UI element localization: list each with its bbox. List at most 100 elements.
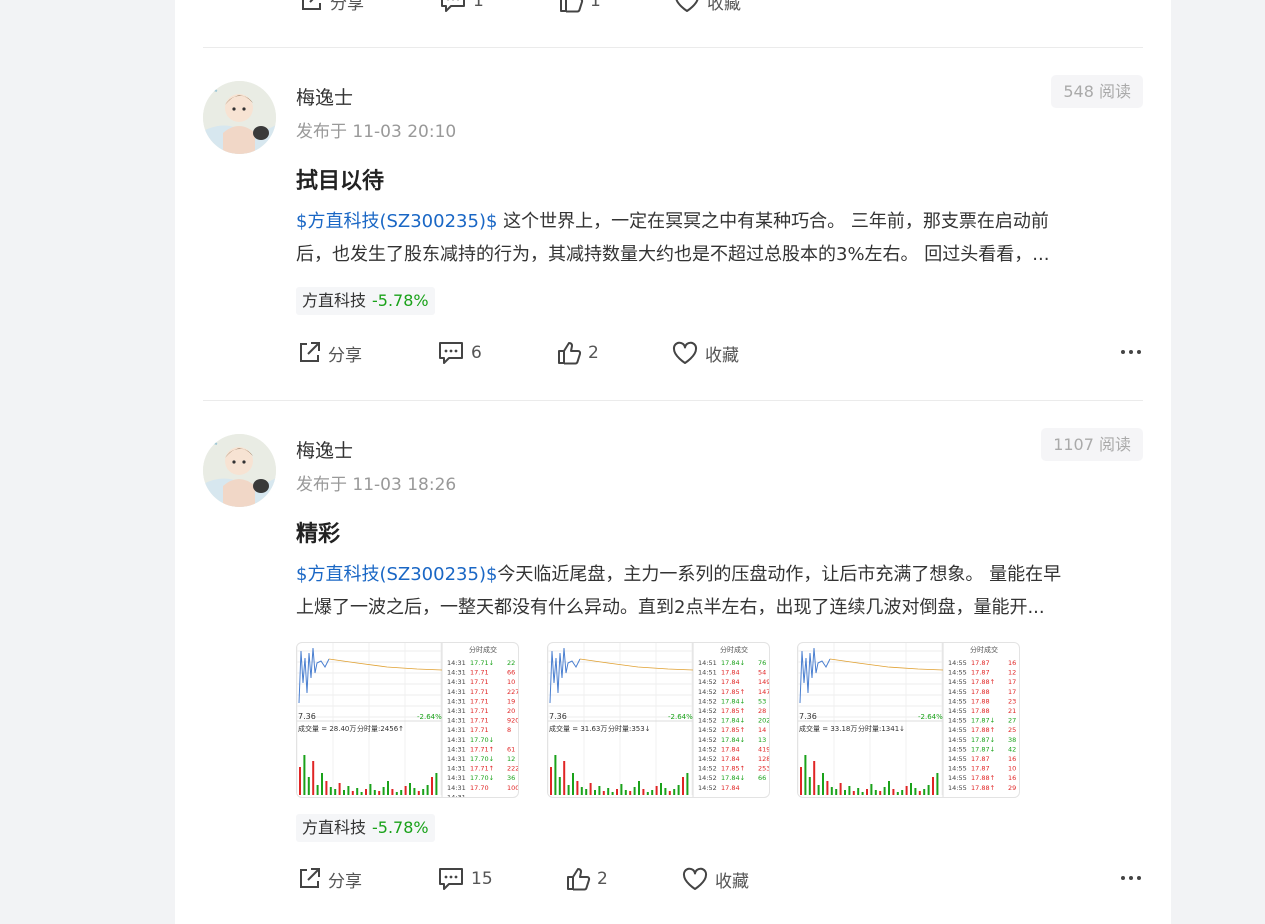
trade-time: 14:51 bbox=[698, 659, 717, 667]
post-body-line: $方直科技(SZ300235)$今天临近尾盘，主力一系列的压盘动作，让后市充满了… bbox=[296, 558, 1143, 591]
post-body[interactable]: $方直科技(SZ300235)$今天临近尾盘，主力一系列的压盘动作，让后市充满了… bbox=[296, 558, 1143, 624]
post-image-thumbnail[interactable]: 7.36 -2.64% 成交量 = 31.63万 分时量:353↓ 分时成交 14:51 1… bbox=[547, 642, 770, 798]
volume-bar bbox=[905, 786, 908, 795]
volume-bar bbox=[835, 789, 838, 795]
prev-post-actions: 分享 1 1 收藏 bbox=[268, 0, 1115, 16]
volume-label: 成交量 = 28.40万 bbox=[298, 724, 356, 733]
share-icon bbox=[300, 342, 320, 362]
like-count: 2 bbox=[597, 869, 608, 889]
stock-chart-screenshot: 7.36 -2.64%成交量 = 31.63万 分时量:353↓分时成交14:51 1… bbox=[548, 643, 769, 797]
author-name[interactable]: 梅逸士 bbox=[296, 83, 353, 110]
volume-bar bbox=[602, 791, 605, 795]
volume-bar bbox=[910, 783, 912, 795]
more-dots-icon bbox=[1119, 0, 1143, 4]
trade-price: 17.88 bbox=[971, 697, 990, 705]
trade-price: 17.70↓ bbox=[470, 774, 494, 782]
change-label: -2.64% bbox=[668, 713, 693, 721]
trade-time: 14:31 bbox=[447, 745, 466, 753]
trade-price: 17.87↓ bbox=[971, 745, 995, 753]
volume-bar bbox=[409, 783, 411, 795]
post-actions: 分享 6 2 收藏 bbox=[296, 338, 1143, 368]
trade-price: 17.71 bbox=[470, 688, 489, 696]
comment-button[interactable]: 1 bbox=[439, 0, 484, 16]
trade-price: 17.71 bbox=[470, 717, 489, 725]
volume-bar bbox=[844, 790, 846, 795]
post-title[interactable]: 拭目以待 bbox=[296, 163, 384, 195]
volume-bar bbox=[329, 787, 332, 795]
share-icon bbox=[302, 0, 321, 10]
trade-price: 17.85↑ bbox=[721, 688, 745, 696]
stock-link[interactable]: $方直科技(SZ300235)$ bbox=[296, 564, 497, 585]
trade-volume: 66 bbox=[758, 774, 766, 782]
like-button[interactable]: 2 bbox=[556, 338, 599, 368]
trade-time: 14:31 bbox=[447, 688, 466, 696]
trade-price: 17.71↑ bbox=[470, 745, 494, 753]
more-menu-button[interactable] bbox=[1119, 0, 1143, 8]
trade-time: 14:31 bbox=[447, 678, 466, 686]
post-title[interactable]: 精彩 bbox=[296, 516, 340, 548]
trade-volume: 54 bbox=[758, 669, 766, 677]
post-image-thumbnail[interactable]: 7.36 -2.64% 成交量 = 33.18万 分时量:1341↓ 分时成交 14:55… bbox=[797, 642, 1020, 798]
volume-label: 成交量 = 31.63万 bbox=[549, 724, 607, 733]
volume-bar bbox=[321, 773, 323, 795]
share-button[interactable]: 分享 bbox=[296, 864, 362, 894]
like-button[interactable]: 1 bbox=[558, 0, 601, 16]
post-image-thumbnail[interactable]: 7.36 -2.64% 成交量 = 28.40万 分时量:2456↑ 分时成交 14:31… bbox=[296, 642, 519, 798]
volume-bar bbox=[365, 789, 367, 795]
trade-time: 14:31 bbox=[447, 707, 466, 715]
post-body[interactable]: $方直科技(SZ300235)$ 这个世界上，一定在冥冥之中有某种巧合。 三年前… bbox=[296, 205, 1143, 271]
avatar[interactable] bbox=[203, 81, 276, 154]
more-menu-button[interactable] bbox=[1119, 866, 1143, 894]
author-name[interactable]: 梅逸士 bbox=[296, 436, 353, 463]
volume-bar bbox=[616, 789, 618, 795]
trade-price: 17.71 bbox=[470, 669, 489, 677]
favorite-button[interactable]: 收藏 bbox=[681, 864, 749, 894]
trade-volume: 920 bbox=[507, 717, 518, 725]
volume-bar bbox=[932, 777, 934, 795]
stock-tag[interactable]: 方直科技 -5.78% bbox=[296, 814, 435, 842]
volume-bar bbox=[334, 789, 337, 795]
trade-price: 17.87 bbox=[971, 755, 990, 763]
thumbs-up-icon bbox=[560, 0, 584, 13]
volume-bar bbox=[378, 791, 381, 795]
like-button[interactable]: 2 bbox=[565, 864, 608, 894]
favorite-button[interactable]: 收藏 bbox=[673, 0, 741, 16]
trade-price: 17.88↑ bbox=[971, 678, 995, 686]
share-button[interactable]: 分享 bbox=[296, 338, 362, 368]
comment-button[interactable]: 6 bbox=[437, 338, 482, 368]
stock-tag-name: 方直科技 bbox=[302, 291, 367, 310]
volume-bar bbox=[624, 790, 627, 795]
favorite-button[interactable]: 收藏 bbox=[671, 338, 739, 368]
volume-bar bbox=[651, 790, 654, 795]
trade-volume: 100 bbox=[507, 784, 518, 792]
trade-volume: 22 bbox=[507, 659, 515, 667]
volume-bar bbox=[822, 773, 824, 795]
trade-time: 14:55 bbox=[948, 745, 967, 753]
trade-price: 17.84 bbox=[721, 745, 740, 753]
trade-time: 14:31 bbox=[447, 736, 466, 744]
trade-time: 14:55 bbox=[948, 726, 967, 734]
trade-volume: 10 bbox=[1008, 765, 1016, 773]
trade-price: 17.84↓ bbox=[721, 697, 745, 705]
more-menu-button[interactable] bbox=[1119, 340, 1143, 368]
stock-tag-name: 方直科技 bbox=[302, 818, 367, 837]
volume-bar bbox=[576, 781, 579, 795]
avatar[interactable] bbox=[203, 434, 276, 507]
favorite-label: 收藏 bbox=[707, 0, 741, 14]
post-time: 发布于 11-03 18:26 bbox=[296, 475, 457, 495]
volume-bar bbox=[918, 791, 921, 795]
volume-bar bbox=[620, 784, 623, 795]
trade-time: 14:55 bbox=[948, 765, 967, 773]
stock-tag[interactable]: 方直科技 -5.78% bbox=[296, 287, 435, 315]
volume-bar bbox=[567, 785, 570, 795]
thumbs-up-icon bbox=[558, 342, 582, 365]
volume-bar bbox=[813, 761, 816, 795]
share-button[interactable]: 分享 bbox=[298, 0, 364, 16]
stock-link[interactable]: $方直科技(SZ300235)$ bbox=[296, 211, 497, 232]
trade-volume: 147 bbox=[758, 688, 769, 696]
trade-time: 14:55 bbox=[948, 659, 967, 667]
trade-price: 17.84 bbox=[721, 784, 740, 792]
trade-time: 14:52 bbox=[698, 697, 717, 705]
trade-time: 14:31 bbox=[447, 717, 466, 725]
comment-button[interactable]: 15 bbox=[437, 864, 493, 894]
